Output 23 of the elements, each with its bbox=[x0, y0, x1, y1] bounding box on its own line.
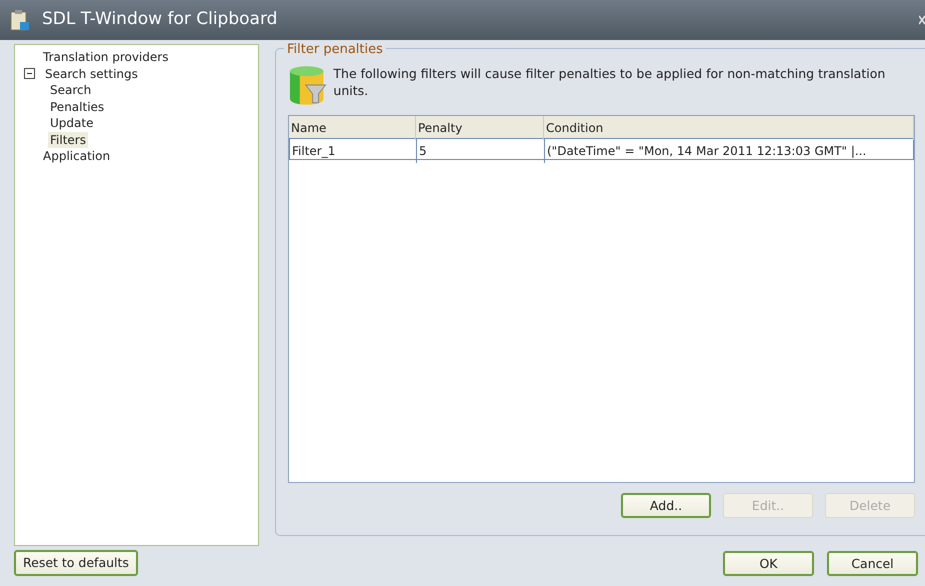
column-header[interactable]: Condition bbox=[544, 116, 914, 140]
tree-item[interactable]: Penalties bbox=[48, 98, 106, 115]
table-cell: 5 bbox=[417, 139, 545, 163]
description-text: The following filters will cause filter penalties to be applied for non-matching translation units. bbox=[333, 65, 886, 100]
tree-item[interactable]: Search settings bbox=[43, 66, 140, 82]
database-filter-icon bbox=[288, 65, 328, 107]
column-header[interactable]: Penalty bbox=[416, 116, 544, 140]
table-cell: Filter_1 bbox=[290, 139, 417, 163]
collapse-toggle-icon[interactable] bbox=[23, 68, 36, 80]
add-button[interactable]: Add.. bbox=[621, 493, 711, 518]
clipboard-icon bbox=[10, 9, 30, 31]
cancel-button[interactable]: Cancel bbox=[827, 550, 918, 576]
window-title: SDL T-Window for Clipboard bbox=[42, 8, 278, 32]
ok-button[interactable]: OK bbox=[723, 550, 814, 576]
column-header[interactable]: Name bbox=[289, 116, 416, 140]
tree-item[interactable]: Update bbox=[48, 115, 96, 132]
tree-item[interactable]: Search bbox=[48, 82, 94, 98]
tree-item[interactable]: Application bbox=[41, 148, 112, 164]
table-cell-text: ("DateTime" = "Mon, 14 Mar 2011 12:13:03 GMT" |... bbox=[546, 143, 868, 160]
tree-item[interactable]: Filters bbox=[48, 132, 88, 148]
reset-button[interactable]: Reset to defaults bbox=[14, 550, 138, 576]
tree-item[interactable]: Translation providers bbox=[41, 49, 170, 66]
close-icon[interactable] bbox=[919, 15, 925, 25]
